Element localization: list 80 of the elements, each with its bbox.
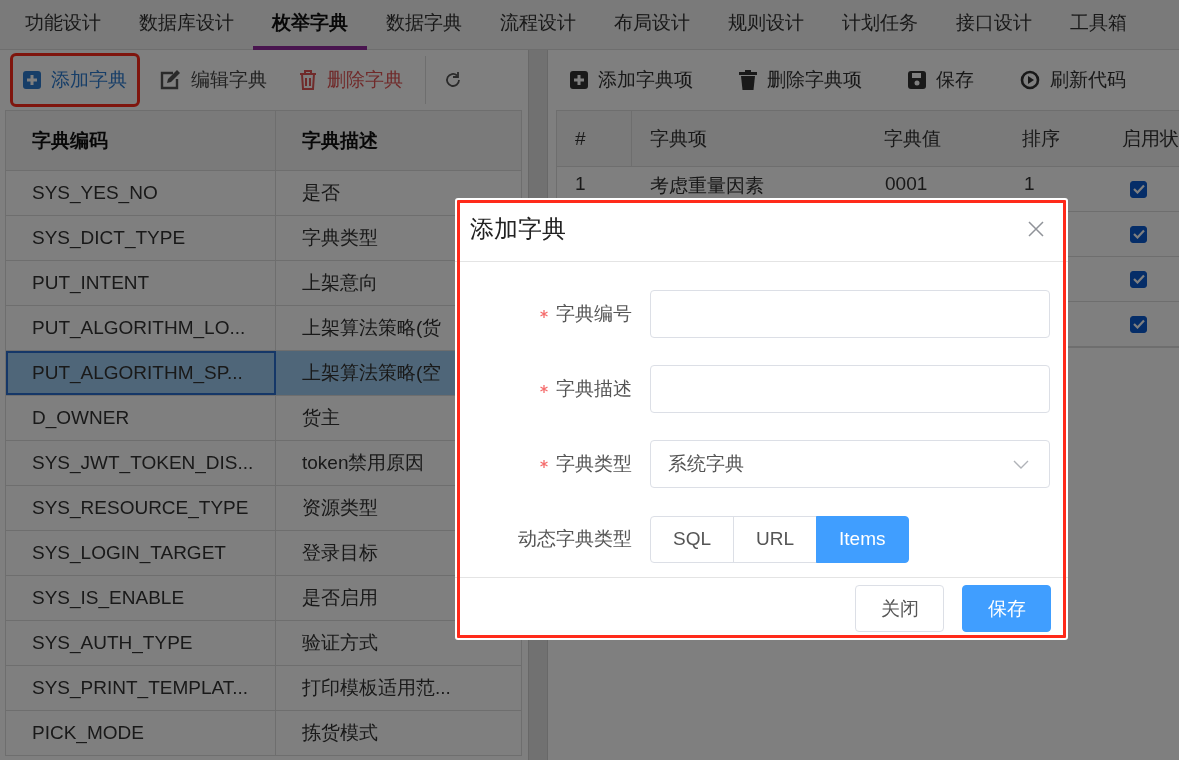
table-cell[interactable]: PUT_ALGORITHM_LO... (6, 306, 276, 350)
checkbox[interactable] (1130, 180, 1147, 198)
table-cell-text: 考虑重量因素 (649, 174, 765, 198)
tab[interactable]: 流程设计 (481, 0, 595, 50)
edit-dictionary-button[interactable]: 编辑字典 (149, 56, 277, 104)
trash-icon (739, 70, 757, 90)
column-header[interactable]: 排序 (1004, 111, 1104, 166)
tab[interactable]: 布局设计 (595, 0, 709, 50)
table-cell-text: 打印模板适用范... (302, 676, 451, 700)
table-cell-text: 1 (1023, 172, 1036, 196)
save-icon (908, 71, 926, 89)
save-button[interactable]: 保存 (962, 585, 1051, 633)
radio-button[interactable]: Items (816, 515, 909, 563)
delete-button[interactable]: 删除字典项 (729, 56, 872, 104)
checkbox[interactable] (1130, 315, 1147, 333)
table-cell[interactable]: SYS_JWT_TOKEN_DIS... (6, 441, 276, 485)
table-cell[interactable]: SYS_LOGIN_TARGET (6, 531, 276, 575)
input-field[interactable] (650, 365, 1050, 413)
field-label: 字典描述 (556, 377, 632, 401)
close-icon (1028, 221, 1044, 238)
table-cell-text: 上架算法策略(货 (302, 316, 442, 340)
table-cell[interactable]: SYS_IS_ENABLE (6, 576, 276, 620)
column-header[interactable]: 启用状 (1104, 111, 1179, 166)
checkbox[interactable] (1130, 270, 1147, 288)
tab[interactable]: 数据库设计 (120, 0, 253, 50)
table-cell-text: 1 (574, 172, 587, 196)
field-label: 字典类型 (556, 452, 632, 476)
trash-icon (299, 70, 317, 90)
play-circle-icon (1020, 70, 1040, 90)
table-cell-text: 是否启用 (302, 586, 378, 610)
table-cell-text: 0001 (884, 172, 929, 196)
table-cell-text: 验证方式 (302, 631, 378, 655)
delete-dictionary-button[interactable]: 删除字典 (289, 56, 413, 104)
tab[interactable]: 功能设计 (6, 0, 120, 50)
table-cell-text: 拣货模式 (302, 721, 378, 745)
input-field[interactable] (650, 290, 1050, 338)
table-cell[interactable]: SYS_PRINT_TEMPLAT... (6, 666, 276, 710)
column-header[interactable]: 字典编码 (6, 111, 276, 170)
chevron-down-icon (1013, 459, 1029, 469)
table-cell-text: 上架意向 (302, 271, 378, 295)
field-label: 动态字典类型 (518, 527, 632, 551)
select-field[interactable]: 系统字典 (650, 440, 1050, 488)
tab[interactable]: 规则设计 (709, 0, 823, 50)
table-cell-text: 字典类型 (302, 226, 378, 250)
table-cell[interactable]: SYS_AUTH_TYPE (6, 621, 276, 665)
refresh-button[interactable]: 刷新代码 (1010, 56, 1136, 104)
plus-square-icon (23, 71, 41, 89)
table-cell-text: 是否 (302, 181, 340, 205)
table-cell-text: 货主 (302, 406, 340, 430)
table-cell[interactable]: SYS_YES_NO (6, 171, 276, 215)
column-header[interactable]: 字典描述 (276, 111, 521, 170)
table-cell-text: token禁用原因 (302, 451, 425, 475)
table-cell[interactable]: SYS_RESOURCE_TYPE (6, 486, 276, 530)
table-cell-text: 上架算法策略(空 (302, 361, 442, 385)
table-cell[interactable]: PICK_MODE (6, 711, 276, 755)
radio-button[interactable]: SQL (650, 515, 735, 563)
column-header[interactable]: # (557, 111, 632, 166)
save-button[interactable]: 保存 (898, 56, 984, 104)
table-cell[interactable]: PUT_ALGORITHM_SP... (6, 351, 276, 395)
dialog-title: 添加字典 (470, 214, 566, 245)
add-dictionary-button[interactable]: 添加字典 (13, 56, 137, 104)
table-cell[interactable]: SYS_DICT_TYPE (6, 216, 276, 260)
checkbox[interactable] (1130, 225, 1147, 243)
table-cell-text: 资源类型 (302, 496, 378, 520)
table-cell[interactable]: D_OWNER (6, 396, 276, 440)
refresh-icon[interactable] (444, 71, 462, 89)
tab[interactable]: 数据字典 (367, 0, 481, 50)
edit-icon (159, 70, 181, 90)
field-label: 字典编号 (556, 302, 632, 326)
tab[interactable]: 计划任务 (823, 0, 937, 50)
tab[interactable]: 接口设计 (937, 0, 1051, 50)
column-header[interactable]: 字典值 (865, 111, 1005, 166)
table-cell[interactable]: PUT_INTENT (6, 261, 276, 305)
table-cell-text: 登录目标 (302, 541, 378, 565)
column-header[interactable]: 字典项 (631, 111, 866, 166)
close-button[interactable]: 关闭 (855, 585, 944, 633)
add-button[interactable]: 添加字典项 (560, 56, 703, 104)
plus-square-icon (570, 71, 588, 89)
radio-button[interactable]: URL (733, 515, 818, 563)
tab[interactable]: 工具箱 (1051, 0, 1146, 50)
